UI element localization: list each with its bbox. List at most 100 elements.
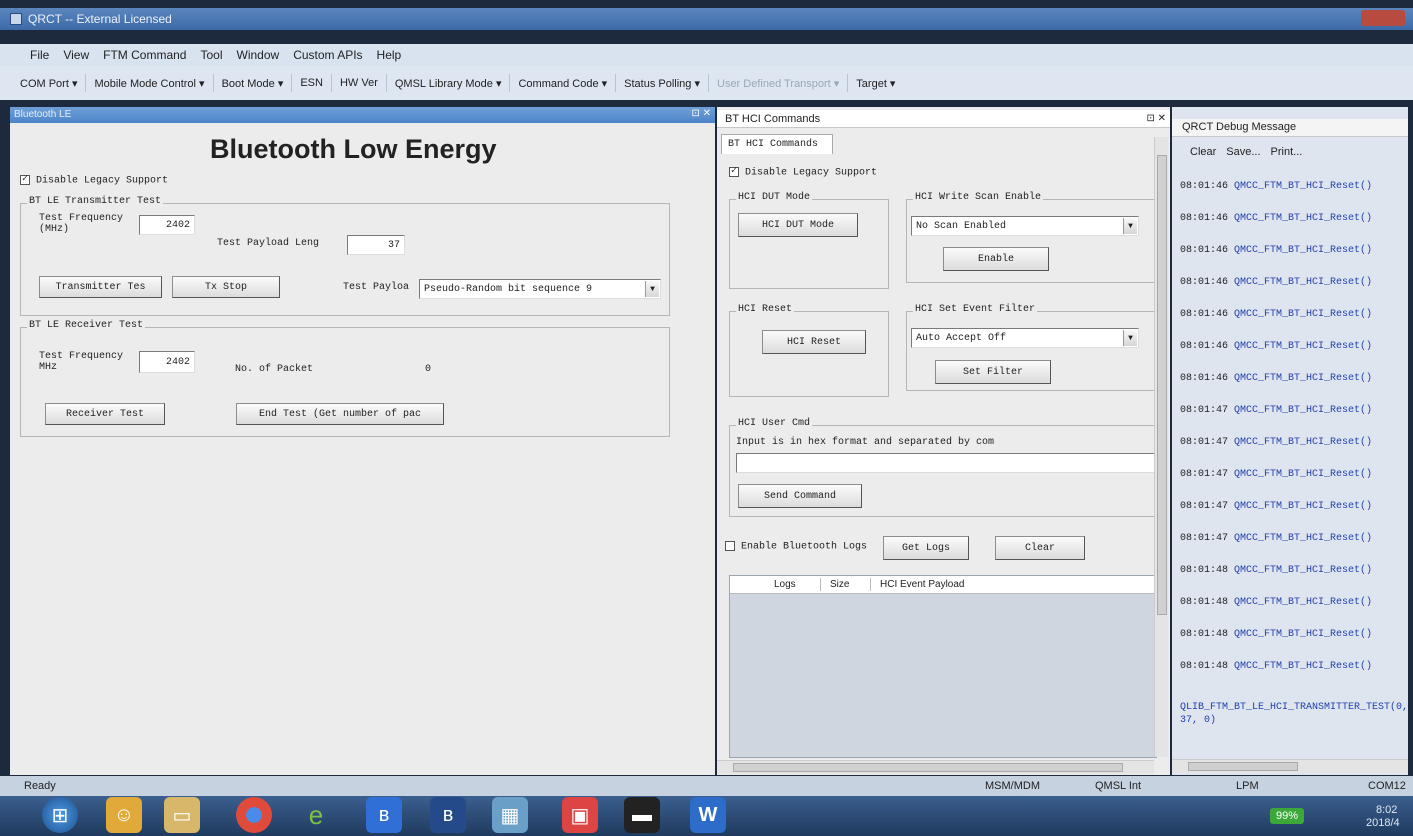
chevron-down-icon[interactable]: ▼ xyxy=(1123,330,1137,346)
get-logs-button[interactable]: Get Logs xyxy=(883,536,969,560)
chevron-down-icon[interactable]: ▼ xyxy=(645,281,659,297)
logs-column-logs[interactable]: Logs xyxy=(774,579,796,590)
tx-frequency-input[interactable]: 2402 xyxy=(139,215,195,235)
bluetooth-icon[interactable]: ʙ xyxy=(430,797,466,833)
rx-frequency-label: Test Frequency MHz xyxy=(39,351,124,373)
hci-filter-group-title: HCI Set Event Filter xyxy=(913,304,1038,315)
logs-table[interactable]: Logs Size HCI Event Payload xyxy=(729,575,1158,758)
debug-panel-header: QRCT Debug Message xyxy=(1172,119,1408,137)
chevron-down-icon[interactable]: ▼ xyxy=(1123,218,1137,234)
folder-icon[interactable]: ▭ xyxy=(164,797,200,833)
logs-column-divider xyxy=(870,578,871,591)
tab-bt-hci-commands-label: BT HCI Commands xyxy=(728,139,819,150)
status-ready: Ready xyxy=(24,780,56,792)
battery-indicator[interactable]: 99% xyxy=(1270,808,1305,824)
logs-column-divider xyxy=(820,578,821,591)
toolbar-separator xyxy=(615,74,617,92)
transmitter-test-button[interactable]: Transmitter Tes xyxy=(39,276,162,298)
user-cmd-hint: Input is in hex format and separated by … xyxy=(736,437,995,448)
scrollbar-thumb[interactable] xyxy=(733,763,1123,772)
toolbox-icon[interactable]: ▣ xyxy=(562,797,598,833)
debug-log-row: 08:01:48 QMCC_FTM_BT_HCI_Reset() xyxy=(1180,661,1373,672)
network-icon[interactable]: ▦ xyxy=(492,797,528,833)
debug-log-row: 08:01:48 QMCC_FTM_BT_HCI_Reset() xyxy=(1180,629,1373,640)
tx-payload-length-input[interactable]: 37 xyxy=(347,235,405,255)
debug-print-button[interactable]: Print... xyxy=(1271,146,1303,158)
ble-tx-group-title: BT LE Transmitter Test xyxy=(27,196,164,207)
window-close-button[interactable] xyxy=(1361,10,1405,26)
enable-button[interactable]: Enable xyxy=(943,247,1049,271)
scrollbar-thumb[interactable] xyxy=(1157,155,1167,615)
event-filter-select[interactable]: Auto Accept Off ▼ xyxy=(911,328,1139,348)
esn-button[interactable]: ESN xyxy=(300,77,323,89)
debug-log-row: 08:01:46 QMCC_FTM_BT_HCI_Reset() xyxy=(1180,213,1373,224)
debug-log-row: 08:01:46 QMCC_FTM_BT_HCI_Reset() xyxy=(1180,309,1373,320)
user-defined-transport-button[interactable]: User Defined Transport ▾ xyxy=(717,77,839,90)
rx-frequency-input[interactable]: 2402 xyxy=(139,351,195,373)
ble-panel-close-icon[interactable]: ⊡ ✕ xyxy=(691,108,711,119)
window-title: QRCT -- External Licensed xyxy=(28,12,172,26)
toolbar-separator xyxy=(291,74,293,92)
hci-reset-button[interactable]: HCI Reset xyxy=(762,330,866,354)
debug-log[interactable]: 08:01:46 QMCC_FTM_BT_HCI_Reset() 08:01:4… xyxy=(1172,167,1408,755)
tx-stop-button[interactable]: Tx Stop xyxy=(172,276,280,298)
enable-bt-logs-checkbox[interactable]: Enable Bluetooth Logs xyxy=(725,541,867,553)
debug-save-button[interactable]: Save... xyxy=(1226,146,1260,158)
tab-bt-hci-commands[interactable]: BT HCI Commands xyxy=(721,134,833,154)
debug-log-row: 08:01:46 QMCC_FTM_BT_HCI_Reset() xyxy=(1180,245,1373,256)
hci-disable-legacy-checkbox[interactable]: ✓ Disable Legacy Support xyxy=(729,167,877,179)
logs-column-size[interactable]: Size xyxy=(830,579,849,590)
user-cmd-input[interactable] xyxy=(736,453,1166,473)
hw-ver-button[interactable]: HW Ver xyxy=(340,77,378,89)
menu-file[interactable]: File xyxy=(30,48,49,62)
send-command-button[interactable]: Send Command xyxy=(738,484,862,508)
debug-log-row: 08:01:46 QMCC_FTM_BT_HCI_Reset() xyxy=(1180,341,1373,352)
toolbar-separator xyxy=(212,74,214,92)
menu-view[interactable]: View xyxy=(63,48,89,62)
status-polling-button[interactable]: Status Polling ▾ xyxy=(624,77,700,90)
debug-log-row: 08:01:47 QMCC_FTM_BT_HCI_Reset() xyxy=(1180,437,1373,448)
app-icon[interactable]: ☺ xyxy=(106,797,142,833)
menu-window[interactable]: Window xyxy=(237,48,280,62)
bluetooth-icon[interactable]: ʙ xyxy=(366,797,402,833)
hci-panel-close-icon[interactable]: ⊡ ✕ xyxy=(1146,113,1166,124)
debug-log-row: 08:01:46 QMCC_FTM_BT_HCI_Reset() xyxy=(1180,277,1373,288)
app-w-icon[interactable]: W xyxy=(690,797,726,833)
debug-log-row: 08:01:48 QMCC_FTM_BT_HCI_Reset() xyxy=(1180,597,1373,608)
debug-horizontal-scrollbar[interactable] xyxy=(1172,759,1408,773)
scan-enable-select[interactable]: No Scan Enabled ▼ xyxy=(911,216,1139,236)
set-filter-button[interactable]: Set Filter xyxy=(935,360,1051,384)
mobile-mode-control-button[interactable]: Mobile Mode Control ▾ xyxy=(94,77,204,90)
scrollbar-thumb[interactable] xyxy=(1188,762,1298,771)
boot-mode-button[interactable]: Boot Mode ▾ xyxy=(222,77,284,90)
chrome-icon[interactable] xyxy=(236,797,272,833)
menu-tool[interactable]: Tool xyxy=(200,48,222,62)
hci-horizontal-scrollbar[interactable] xyxy=(717,760,1154,774)
clock-time[interactable]: 8:02 xyxy=(1376,804,1397,816)
target-button[interactable]: Target ▾ xyxy=(856,77,895,90)
hci-dut-group: HCI DUT Mode HCI DUT Mode xyxy=(729,192,889,289)
clock-date[interactable]: 2018/4 xyxy=(1366,817,1400,829)
ble-disable-legacy-checkbox[interactable]: ✓ Disable Legacy Support xyxy=(20,175,168,187)
hci-vertical-scrollbar[interactable] xyxy=(1154,137,1168,757)
command-code-button[interactable]: Command Code ▾ xyxy=(518,77,607,90)
status-qmsl: QMSL Int xyxy=(1095,780,1142,792)
qmsl-library-mode-button[interactable]: QMSL Library Mode ▾ xyxy=(395,77,502,90)
ble-tx-group: BT LE Transmitter Test Test Frequency (M… xyxy=(20,196,670,316)
tx-payload-select[interactable]: Pseudo-Random bit sequence 9 ▼ xyxy=(419,279,661,299)
receiver-test-button[interactable]: Receiver Test xyxy=(45,403,165,425)
start-icon[interactable]: ⊞ xyxy=(42,797,78,833)
com-port-button[interactable]: COM Port ▾ xyxy=(20,77,77,90)
logs-column-payload[interactable]: HCI Event Payload xyxy=(880,579,965,590)
checkbox-icon xyxy=(725,541,735,551)
clear-logs-button[interactable]: Clear xyxy=(995,536,1085,560)
menu-ftm-command[interactable]: FTM Command xyxy=(103,48,186,62)
terminal-icon[interactable]: ▬ xyxy=(624,797,660,833)
tx-frequency-label: Test Frequency (MHz) xyxy=(39,213,124,235)
menu-custom-apis[interactable]: Custom APIs xyxy=(293,48,362,62)
ie-icon[interactable]: e xyxy=(298,797,334,833)
hci-dut-mode-button[interactable]: HCI DUT Mode xyxy=(738,213,858,237)
end-test-button[interactable]: End Test (Get number of pac xyxy=(236,403,444,425)
debug-clear-button[interactable]: Clear xyxy=(1190,146,1216,158)
menu-help[interactable]: Help xyxy=(377,48,402,62)
